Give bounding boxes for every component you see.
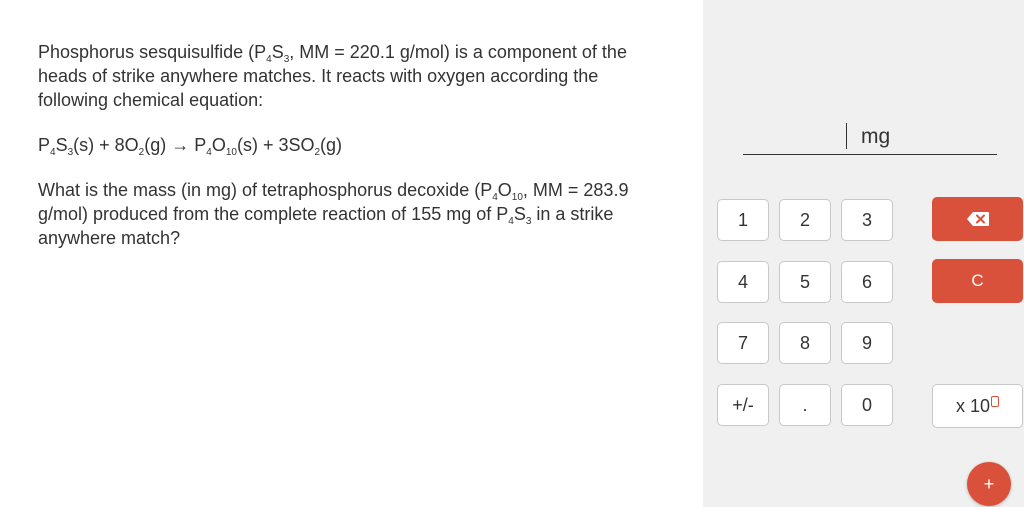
backspace-button[interactable]: [932, 197, 1023, 241]
key-6[interactable]: 6: [841, 261, 893, 303]
key-decimal[interactable]: .: [779, 384, 831, 426]
exponent-label: x 10: [955, 395, 991, 416]
question-intro: Phosphorus sesquisulfide (P4S3, MM = 220…: [38, 42, 627, 110]
key-3[interactable]: 3: [841, 199, 893, 241]
chemical-equation: P4S3(s) + 8O2(g) → P4O10(s) + 3SO2(g): [38, 135, 343, 158]
key-7[interactable]: 7: [717, 322, 769, 364]
exponent-box-icon: [991, 395, 1000, 407]
clear-button[interactable]: C: [932, 259, 1023, 303]
key-plus-minus[interactable]: +/-: [717, 384, 769, 426]
unit-label: mg: [861, 125, 891, 148]
key-5[interactable]: 5: [779, 261, 831, 303]
key-1[interactable]: 1: [717, 199, 769, 241]
exponent-button[interactable]: x 10: [932, 384, 1023, 428]
question-prompt: What is the mass (in mg) of tetraphospho…: [38, 180, 629, 248]
key-9[interactable]: 9: [841, 322, 893, 364]
add-button[interactable]: +: [967, 462, 1011, 506]
backspace-icon: [966, 212, 989, 226]
text-cursor: [846, 123, 847, 149]
key-2[interactable]: 2: [779, 199, 831, 241]
question-panel: Phosphorus sesquisulfide (P4S3, MM = 220…: [0, 0, 703, 507]
key-8[interactable]: 8: [779, 322, 831, 364]
key-4[interactable]: 4: [717, 261, 769, 303]
calculator-panel: mg 1 2 3 4 5 6 7 8 9 +/- . 0 C x 10 +: [703, 0, 1024, 507]
answer-underline: [743, 154, 997, 155]
key-0[interactable]: 0: [841, 384, 893, 426]
